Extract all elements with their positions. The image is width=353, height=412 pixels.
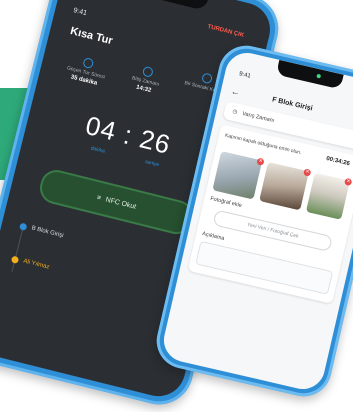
door-photo[interactable]: ✕ — [259, 161, 312, 211]
seconds-label: saniye — [144, 158, 160, 169]
checkpoint-name[interactable]: B Blok Girişi — [31, 225, 64, 239]
countdown-seconds: 26 — [136, 123, 174, 160]
clock-icon — [82, 57, 95, 70]
status-time: 9:41 — [238, 71, 252, 80]
nfc-button-label: NFC Okut — [104, 196, 137, 211]
nfc-scan-button[interactable]: ≡ NFC Okut — [36, 166, 197, 238]
remove-photo-icon[interactable]: ✕ — [303, 168, 312, 177]
stat-elapsed: Geçen Tur Süresi 35 dakika — [59, 52, 114, 89]
user-name: Ali Yılmaz — [22, 258, 50, 271]
take-photo-label: Yeni Veri / Fotoğraf Çek — [246, 221, 300, 240]
countdown-colon: : — [120, 119, 136, 151]
timeline-node — [18, 222, 28, 231]
target-icon — [201, 72, 214, 85]
back-arrow-icon[interactable]: ← — [230, 86, 241, 98]
exit-tour-button[interactable]: TURDAN ÇIK — [207, 24, 245, 39]
user-node — [10, 255, 20, 264]
visit-time-label: Varış Zamanı — [241, 110, 275, 125]
remove-photo-icon[interactable]: ✕ — [343, 177, 353, 187]
door-photo[interactable]: ✕ — [212, 151, 265, 200]
door-check-card: Kapının kapalı olduğuna emin olun. 00:34… — [187, 124, 353, 304]
status-time: 9:41 — [72, 7, 88, 18]
page-title: F Blok Girişi — [271, 96, 314, 113]
note-input[interactable] — [195, 240, 334, 295]
photo-label: Fotoğraf ekle — [209, 195, 243, 210]
door-photo[interactable]: ✕ — [305, 172, 353, 220]
nfc-icon: ≡ — [96, 193, 102, 202]
clock-icon: ◷ — [231, 108, 238, 116]
check-timer: 00:34:26 — [325, 156, 351, 168]
flag-icon — [141, 65, 154, 78]
timeline-line — [11, 223, 25, 272]
countdown-clock: 04 : 26 — [82, 109, 174, 161]
page-title: Kısa Tur — [69, 25, 114, 48]
countdown-minutes: 04 — [82, 109, 120, 147]
phone-notch — [129, 0, 210, 11]
take-photo-button[interactable]: Yeni Veri / Fotoğraf Çek — [212, 209, 334, 253]
stat-end-time: Bitiş Zamanı 14:32 — [119, 61, 174, 98]
note-label: Açıklama — [201, 231, 225, 242]
remove-photo-icon[interactable]: ✕ — [256, 157, 265, 166]
minutes-label: dakika — [89, 145, 106, 155]
